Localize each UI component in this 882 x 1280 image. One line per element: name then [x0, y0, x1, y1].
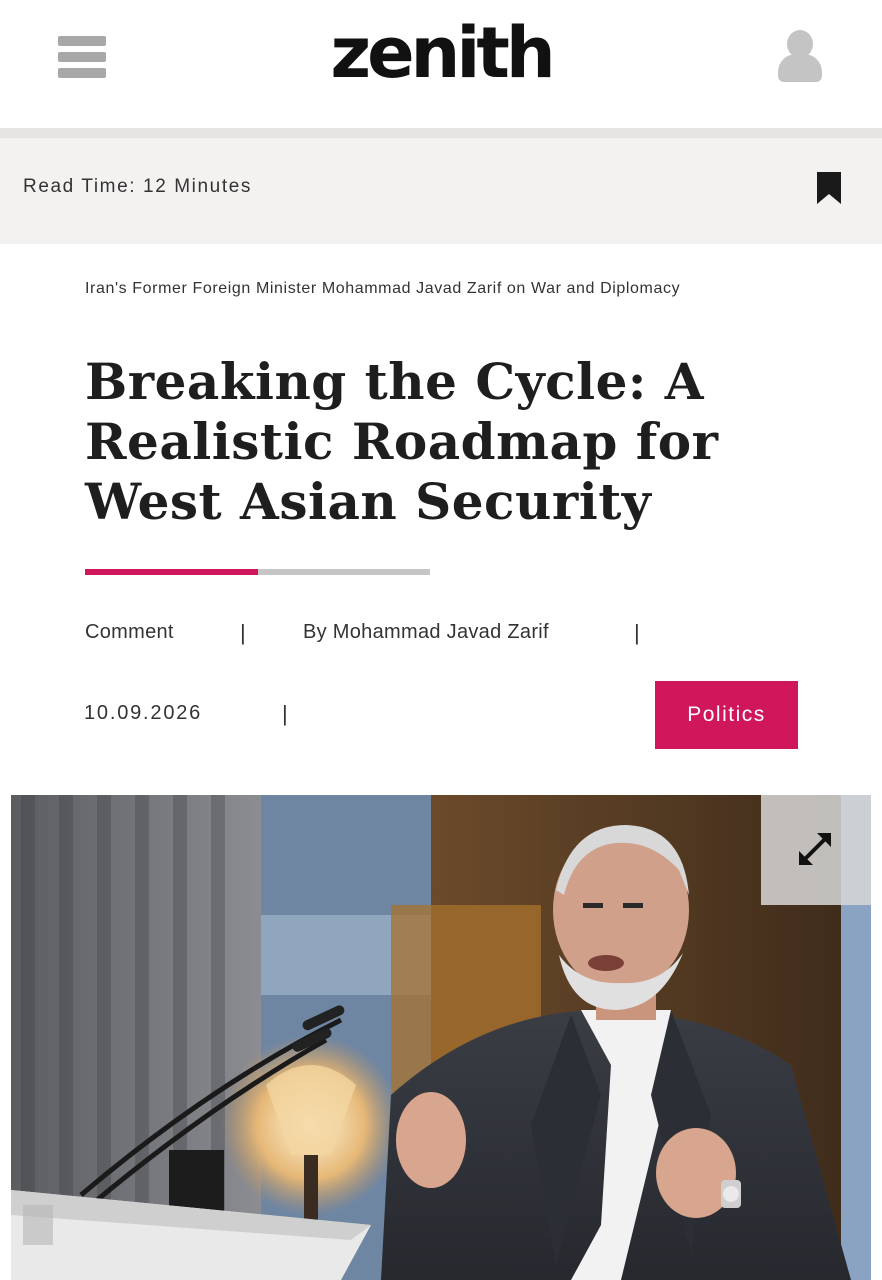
meta-separator: |: [240, 620, 246, 645]
reading-progress-fill: [85, 569, 258, 575]
site-logo[interactable]: zenith: [0, 14, 882, 92]
top-bar: zenith: [0, 0, 882, 128]
article-author[interactable]: By Mohammad Javad Zarif: [303, 621, 549, 644]
article-kicker: Iran's Former Foreign Minister Mohammad …: [85, 280, 681, 297]
info-bar: Read Time: 12 Minutes: [0, 138, 882, 244]
bookmark-icon[interactable]: [817, 172, 841, 204]
meta-separator: |: [634, 620, 640, 645]
meta-separator: |: [282, 701, 288, 726]
category-tag-button[interactable]: Politics: [655, 681, 798, 749]
header-divider: [0, 128, 882, 138]
reading-progress-bar: [85, 569, 430, 575]
expand-icon[interactable]: [761, 795, 871, 905]
read-time: Read Time: 12 Minutes: [23, 176, 252, 197]
article-date: 10.09.2026: [84, 702, 203, 724]
user-icon[interactable]: [776, 30, 824, 84]
article-title: Breaking the Cycle: A Realistic Roadmap …: [85, 352, 719, 531]
article-type: Comment: [85, 621, 174, 643]
hero-image[interactable]: [11, 795, 871, 1280]
